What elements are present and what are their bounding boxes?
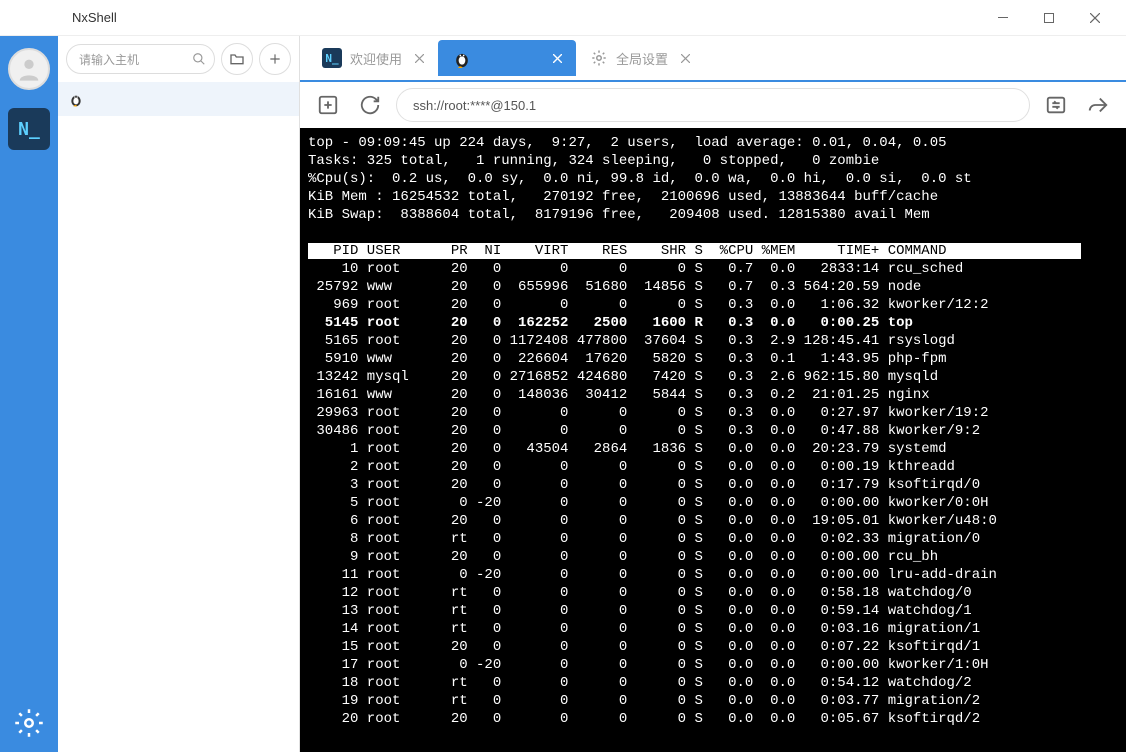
- tab-bar: N_ 欢迎使用 全局设置: [300, 36, 1126, 82]
- activity-bar: N_: [0, 36, 58, 752]
- tab-label: 欢迎使用: [350, 49, 402, 68]
- host-panel-toolbar: 请输入主机: [58, 36, 299, 82]
- host-panel: 请输入主机: [58, 36, 300, 752]
- plus-square-icon: [317, 94, 339, 116]
- transfer-icon: [1045, 94, 1067, 116]
- address-text: ssh://root:****@150.1: [413, 98, 536, 113]
- gear-icon: [590, 49, 608, 67]
- folder-button[interactable]: [221, 43, 253, 75]
- tab-welcome[interactable]: N_ 欢迎使用: [308, 40, 438, 76]
- tab-session[interactable]: [438, 40, 576, 76]
- tab-label: 全局设置: [616, 49, 668, 68]
- reload-icon: [359, 94, 381, 116]
- new-tab-button[interactable]: [312, 89, 344, 121]
- tab-global-settings[interactable]: 全局设置: [576, 40, 704, 76]
- host-list-item[interactable]: [58, 82, 299, 116]
- linux-icon: [452, 48, 472, 68]
- linux-icon: [68, 91, 84, 107]
- search-icon: [192, 52, 206, 66]
- forward-button[interactable]: [1082, 89, 1114, 121]
- app-logo-icon[interactable]: N_: [8, 108, 50, 150]
- tab-close-button[interactable]: [548, 49, 566, 67]
- transfer-button[interactable]: [1040, 89, 1072, 121]
- window-controls: [980, 0, 1118, 36]
- app-logo-icon: N_: [322, 48, 342, 68]
- reload-button[interactable]: [354, 89, 386, 121]
- user-icon: [15, 55, 43, 83]
- host-search-input[interactable]: 请输入主机: [66, 44, 215, 74]
- close-button[interactable]: [1072, 0, 1118, 36]
- folder-icon: [229, 51, 245, 67]
- settings-button[interactable]: [8, 702, 50, 744]
- add-host-button[interactable]: [259, 43, 291, 75]
- gear-icon: [14, 708, 44, 738]
- close-icon: [681, 54, 690, 63]
- close-icon: [1090, 13, 1100, 23]
- window-title: NxShell: [72, 10, 980, 25]
- close-icon: [415, 54, 424, 63]
- session-toolbar: ssh://root:****@150.1: [300, 82, 1126, 128]
- arrow-forward-icon: [1087, 94, 1109, 116]
- tab-close-button[interactable]: [676, 49, 694, 67]
- plus-icon: [268, 52, 282, 66]
- content-area: N_ 欢迎使用 全局设置 ssh://root: [300, 36, 1126, 752]
- titlebar: NxShell: [0, 0, 1126, 36]
- maximize-icon: [1044, 13, 1054, 23]
- maximize-button[interactable]: [1026, 0, 1072, 36]
- tab-close-button[interactable]: [410, 49, 428, 67]
- avatar[interactable]: [8, 48, 50, 90]
- address-bar[interactable]: ssh://root:****@150.1: [396, 88, 1030, 122]
- minimize-button[interactable]: [980, 0, 1026, 36]
- search-placeholder: 请输入主机: [79, 51, 139, 68]
- close-icon: [553, 54, 562, 63]
- minimize-icon: [998, 17, 1008, 18]
- terminal-output[interactable]: top - 09:09:45 up 224 days, 9:27, 2 user…: [300, 128, 1126, 752]
